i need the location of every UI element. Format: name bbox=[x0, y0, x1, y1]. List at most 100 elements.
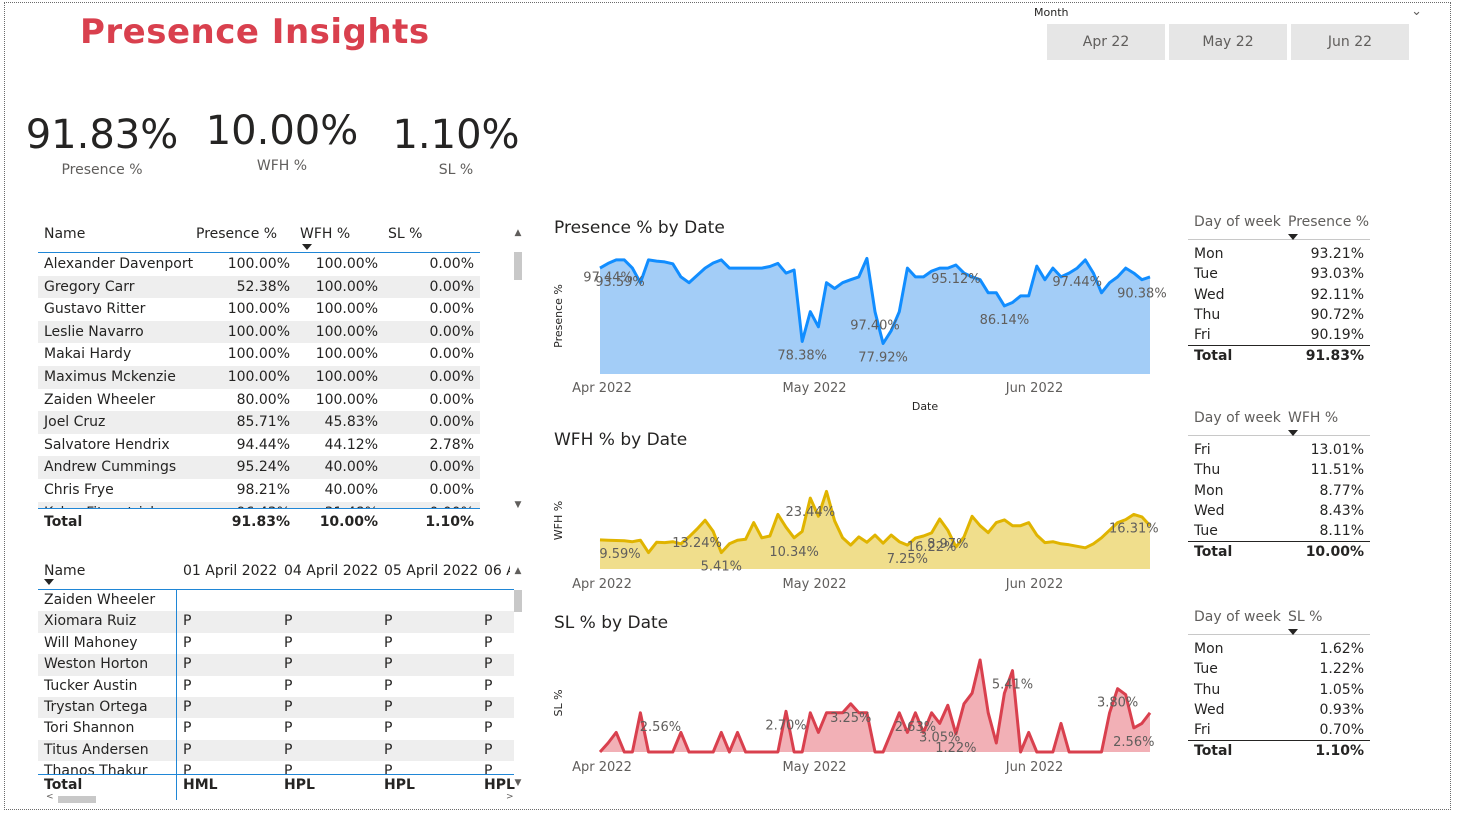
slicer-option-may[interactable]: May 22 bbox=[1169, 24, 1287, 60]
scroll-thumb[interactable] bbox=[514, 252, 522, 280]
table-row[interactable]: Gregory Carr 52.38% 100.00% 0.00% bbox=[38, 275, 480, 299]
day-cell: Thu bbox=[1194, 681, 1221, 698]
table-row[interactable]: Trystan Ortega P P P P bbox=[38, 697, 514, 719]
table-row[interactable]: Fri 0.70% bbox=[1188, 720, 1370, 740]
attendance-cell: P bbox=[183, 763, 192, 774]
table-row[interactable]: Tue 93.03% bbox=[1188, 264, 1370, 284]
table-row[interactable]: Zaiden Wheeler 80.00% 100.00% 0.00% bbox=[38, 389, 480, 412]
presence-cell: 100.00% bbox=[227, 369, 290, 385]
kpi-wfh: 10.00% WFH % bbox=[202, 108, 362, 174]
table-row[interactable]: Mon 8.77% bbox=[1188, 481, 1370, 501]
table-row[interactable]: Leslie Navarro 100.00% 100.00% 0.00% bbox=[38, 320, 480, 344]
table-row[interactable]: Xiomara Ruiz P P P P bbox=[38, 611, 514, 633]
y-axis-title: SL % bbox=[552, 689, 565, 716]
day-cell: Thu bbox=[1194, 306, 1221, 323]
table-row[interactable]: Tucker Austin P P P P bbox=[38, 676, 514, 697]
column-header-date[interactable]: 01 April 2022 bbox=[183, 563, 277, 579]
column-header-name[interactable]: Name bbox=[44, 226, 85, 242]
table-row[interactable]: Wed 8.43% bbox=[1188, 501, 1370, 521]
data-label: 90.38% bbox=[1117, 287, 1167, 302]
presence-cell: 100.00% bbox=[227, 256, 290, 272]
column-header-day[interactable]: Day of week bbox=[1194, 214, 1281, 230]
table-row[interactable]: Chris Frye 98.21% 40.00% 0.00% bbox=[38, 479, 480, 502]
column-header-date[interactable]: 06 April 2022 bbox=[484, 563, 510, 579]
column-header-day[interactable]: Day of week bbox=[1194, 410, 1281, 426]
table-horizontal-scrollbar[interactable]: < > bbox=[42, 792, 514, 804]
wfh-cell: 40.00% bbox=[324, 459, 378, 476]
scroll-up-icon[interactable]: ▲ bbox=[512, 566, 524, 576]
month-slicer: Month ⌄ Apr 22 May 22 Jun 22 bbox=[1030, 4, 1430, 60]
presence-cell: 80.00% bbox=[236, 391, 290, 408]
data-label: 5.41% bbox=[992, 678, 1033, 693]
column-header-value[interactable]: WFH % bbox=[1288, 410, 1338, 426]
table-row[interactable]: Thu 1.05% bbox=[1188, 680, 1370, 700]
table-row[interactable]: Salvatore Hendrix 94.44% 44.12% 2.78% bbox=[38, 434, 480, 457]
day-cell: Wed bbox=[1194, 701, 1225, 718]
column-header-sl[interactable]: SL % bbox=[388, 226, 422, 242]
day-cell: Fri bbox=[1194, 327, 1211, 344]
area-fill bbox=[600, 491, 1150, 569]
table-row[interactable]: Mon 93.21% bbox=[1188, 244, 1370, 264]
value-cell: 11.51% bbox=[1310, 462, 1364, 479]
table-row[interactable]: Thu 90.72% bbox=[1188, 305, 1370, 325]
slicer-option-jun[interactable]: Jun 22 bbox=[1291, 24, 1409, 60]
x-tick-label: Jun 2022 bbox=[1005, 577, 1064, 592]
table-vertical-scrollbar[interactable]: ▲ ▼ bbox=[512, 566, 524, 792]
column-header-presence[interactable]: Presence % bbox=[196, 226, 277, 242]
column-header-name[interactable]: Name bbox=[44, 563, 85, 579]
table-row[interactable]: Thu 11.51% bbox=[1188, 460, 1370, 480]
slicer-option-apr[interactable]: Apr 22 bbox=[1047, 24, 1165, 60]
table-row[interactable]: Maximus Mckenzie 100.00% 100.00% 0.00% bbox=[38, 366, 480, 389]
table-row[interactable]: Joel Cruz 85.71% 45.83% 0.00% bbox=[38, 411, 480, 434]
table-row[interactable]: Weston Horton P P P P bbox=[38, 654, 514, 676]
table-row[interactable]: Fri 13.01% bbox=[1188, 440, 1370, 460]
table-row[interactable]: Alexander Davenport 100.00% 100.00% 0.00% bbox=[38, 253, 480, 276]
name-cell: Makai Hardy bbox=[44, 346, 132, 363]
table-row[interactable]: Titus Andersen P P P P bbox=[38, 739, 514, 762]
table-row[interactable]: Andrew Cummings 95.24% 40.00% 0.00% bbox=[38, 456, 480, 479]
attendance-cell: P bbox=[484, 699, 493, 715]
scroll-thumb[interactable] bbox=[58, 796, 96, 803]
column-header-date[interactable]: 05 April 2022 bbox=[384, 563, 478, 579]
name-cell: Salvatore Hendrix bbox=[44, 436, 170, 453]
table-row[interactable]: Tori Shannon P P P P bbox=[38, 718, 514, 739]
scroll-thumb[interactable] bbox=[514, 590, 522, 612]
chevron-down-icon[interactable]: ⌄ bbox=[1411, 4, 1422, 19]
series-line[interactable] bbox=[598, 658, 1152, 754]
table-row[interactable]: Makai Hardy 100.00% 100.00% 0.00% bbox=[38, 343, 480, 366]
data-label: 86.14% bbox=[980, 313, 1030, 328]
table-row[interactable]: Mon 1.62% bbox=[1188, 639, 1370, 659]
table-vertical-scrollbar[interactable]: ▲ ▼ bbox=[512, 228, 524, 518]
table-row[interactable]: Gustavo Ritter 100.00% 100.00% 0.00% bbox=[38, 298, 480, 321]
table-row[interactable]: Wed 92.11% bbox=[1188, 285, 1370, 305]
scroll-down-icon[interactable]: ▼ bbox=[512, 778, 524, 788]
column-header-wfh[interactable]: WFH % bbox=[300, 226, 350, 242]
x-tick-label: Apr 2022 bbox=[572, 577, 632, 592]
value-cell: 1.22% bbox=[1319, 661, 1364, 678]
table-row[interactable]: Tue 1.22% bbox=[1188, 659, 1370, 679]
table-row[interactable]: Tue 8.11% bbox=[1188, 521, 1370, 541]
table-row[interactable]: Zaiden Wheeler bbox=[38, 590, 514, 611]
table-row[interactable]: Will Mahoney P P P P bbox=[38, 633, 514, 654]
day-cell: Mon bbox=[1194, 246, 1224, 262]
scroll-right-icon[interactable]: > bbox=[506, 792, 514, 802]
scroll-down-icon[interactable]: ▼ bbox=[512, 500, 524, 510]
table-row[interactable]: Wed 0.93% bbox=[1188, 700, 1370, 720]
data-label: 78.38% bbox=[777, 349, 827, 364]
table-row[interactable]: Thanos Thakur P P P P bbox=[38, 761, 514, 774]
sl-cell: 0.00% bbox=[429, 346, 474, 363]
x-tick-label: Jun 2022 bbox=[1005, 760, 1064, 775]
attendance-cell: P bbox=[384, 741, 393, 758]
column-header-date[interactable]: 04 April 2022 bbox=[284, 563, 378, 579]
scroll-left-icon[interactable]: < bbox=[46, 792, 54, 802]
table-row[interactable]: Fri 90.19% bbox=[1188, 325, 1370, 345]
sl-cell: 0.00% bbox=[429, 323, 474, 340]
scroll-up-icon[interactable]: ▲ bbox=[512, 228, 524, 238]
data-label: 5.41% bbox=[701, 560, 742, 575]
column-header-day[interactable]: Day of week bbox=[1194, 609, 1281, 625]
column-header-value[interactable]: SL % bbox=[1288, 609, 1322, 625]
day-cell: Mon bbox=[1194, 482, 1224, 499]
day-cell: Tue bbox=[1194, 523, 1218, 540]
column-header-value[interactable]: Presence % bbox=[1288, 214, 1369, 230]
attendance-cell: P bbox=[284, 720, 293, 737]
